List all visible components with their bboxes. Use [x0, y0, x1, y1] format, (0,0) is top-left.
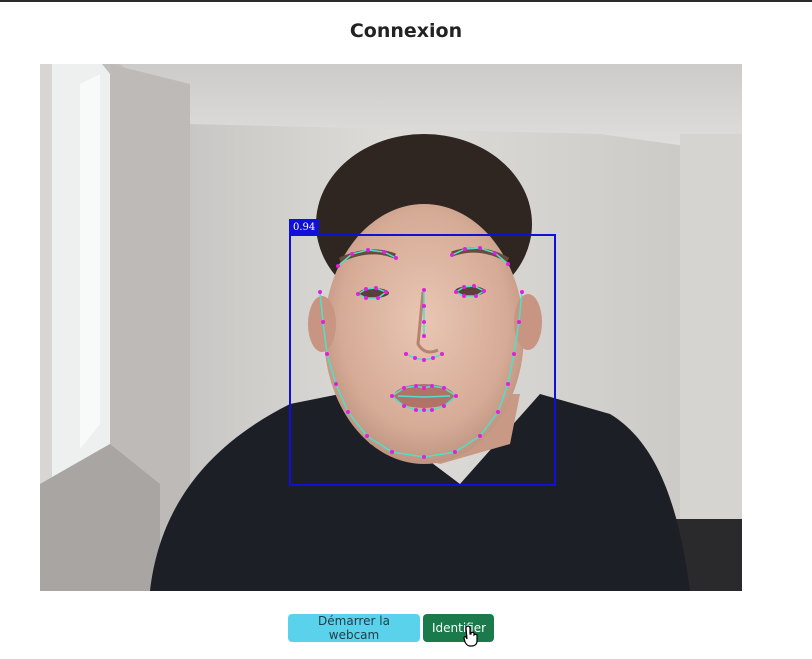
detection-score-badge: 0.94 [289, 219, 320, 235]
start-webcam-button[interactable]: Démarrer la webcam [288, 614, 420, 642]
identify-button[interactable]: Identifier [423, 614, 494, 642]
top-border [0, 0, 812, 2]
webcam-video [40, 64, 742, 591]
webcam-image [40, 64, 742, 591]
hand-cursor-icon [463, 625, 478, 647]
page-title: Connexion [349, 20, 463, 42]
